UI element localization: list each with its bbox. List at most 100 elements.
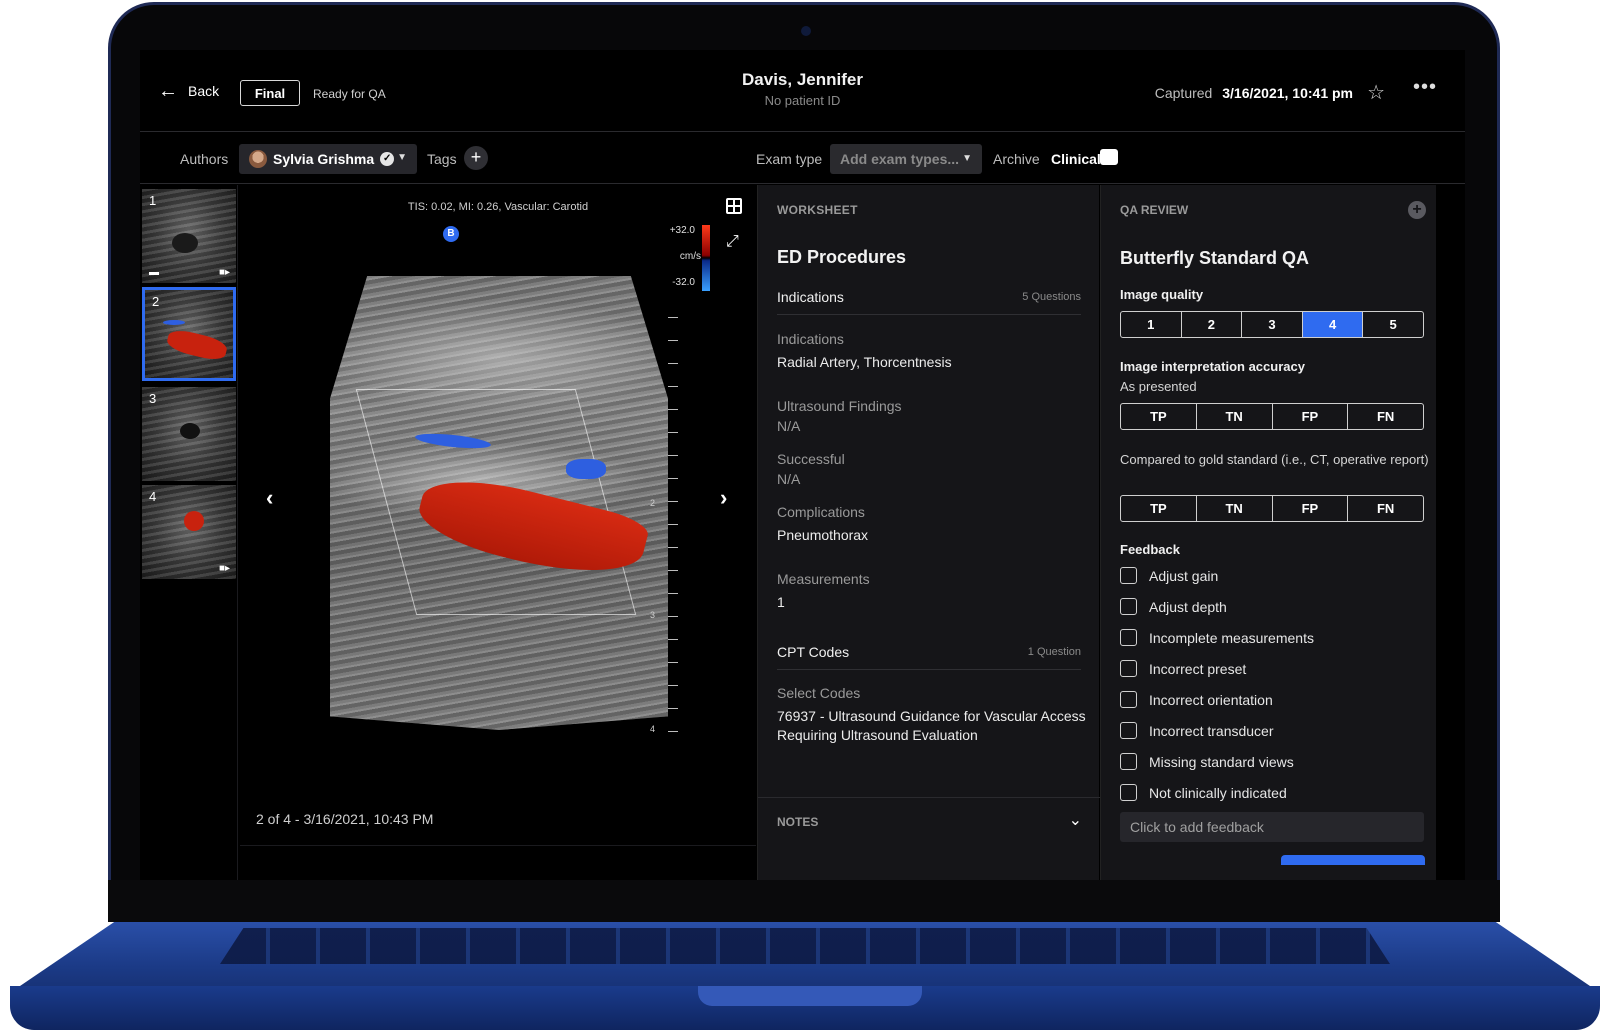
author-name: Sylvia Grishma [273,151,375,167]
checkbox[interactable] [1120,598,1137,615]
checkbox[interactable] [1120,784,1137,801]
field-label: Complications [777,504,865,520]
grid-icon[interactable] [726,198,742,214]
image-position-text: 2 of 4 - 3/16/2021, 10:43 PM [256,811,434,827]
gold-fp[interactable]: FP [1273,496,1349,521]
avatar [249,150,267,168]
thumbnail-2[interactable]: 2 [142,287,236,381]
checkbox[interactable] [1120,753,1137,770]
feedback-option[interactable]: Missing standard views [1120,753,1294,770]
thumbnail-3[interactable]: 3 [142,387,236,481]
feedback-input[interactable]: Click to add feedback [1120,812,1424,842]
accuracy-tp[interactable]: TP [1121,404,1197,429]
quality-option-1[interactable]: 1 [1121,312,1182,337]
gold-tp[interactable]: TP [1121,496,1197,521]
depth-scale [668,295,678,735]
thumbnail-4[interactable]: 4 ■▸ [142,485,236,579]
feedback-option[interactable]: Not clinically indicated [1120,784,1287,801]
section-indications[interactable]: Indications 5 Questions [777,289,1081,315]
feedback-option[interactable]: Incorrect preset [1120,660,1246,677]
comment-icon: ▬ [149,267,159,278]
field-label: Ultrasound Findings [777,398,902,414]
worksheet-title: ED Procedures [777,247,907,267]
qa-title: Butterfly Standard QA [1120,248,1310,268]
thumbnail-number: 4 [149,489,157,504]
submit-button[interactable] [1281,855,1425,865]
depth-label: 2 [650,498,656,508]
scale-top-label: +32.0 [669,225,695,236]
field-value[interactable]: N/A [777,417,1087,436]
archive-label: Archive [993,151,1040,167]
feedback-option-label: Incomplete measurements [1149,629,1314,646]
next-image-button[interactable]: › [720,485,727,511]
exam-type-select[interactable]: Add exam types... ▼ [830,144,982,174]
checkbox[interactable] [1120,691,1137,708]
thumbnail-strip: 1 ▬ ■▸ 2 3 4 ■▸ [140,185,238,880]
laptop-bezel [108,880,1500,922]
notes-label: NOTES [777,815,819,829]
more-icon[interactable]: ••• [1413,76,1437,99]
feedback-option-label: Not clinically indicated [1149,784,1287,801]
exam-type-label: Exam type [756,151,823,167]
add-tag-button[interactable]: + [464,146,488,170]
quality-option-3[interactable]: 3 [1242,312,1303,337]
quality-option-4[interactable]: 4 [1302,312,1364,337]
gold-tn[interactable]: TN [1197,496,1273,521]
depth-label: 4 [650,724,656,734]
add-icon[interactable]: + [1408,201,1426,219]
exam-type-placeholder: Add exam types... [840,151,960,167]
archive-value[interactable]: Clinical [1051,151,1101,167]
expand-icon[interactable]: ⤢ [726,233,739,251]
captured-info: Captured 3/16/2021, 10:41 pm [1155,85,1353,101]
archive-icon[interactable] [1100,149,1118,165]
gold-fn[interactable]: FN [1348,496,1423,521]
image-quality-label: Image quality [1120,287,1204,302]
field-value[interactable]: Pneumothorax [777,526,1087,545]
scale-bottom-label: -32.0 [672,277,695,288]
field-value[interactable]: 1 [777,593,1087,612]
field-value[interactable]: 76937 - Ultrasound Guidance for Vascular… [777,707,1087,745]
checkbox[interactable] [1120,567,1137,584]
accuracy-gold-standard-selector: TP TN FP FN [1120,495,1424,522]
qa-review-panel: QA REVIEW + Butterfly Standard QA Image … [1100,185,1436,880]
thumbnail-number: 2 [152,294,160,309]
feedback-option[interactable]: Incomplete measurements [1120,629,1314,646]
blue-flow-region [566,459,606,479]
star-icon[interactable]: ☆ [1367,80,1385,105]
checkbox[interactable] [1120,722,1137,739]
feedback-option-label: Adjust gain [1149,567,1219,584]
quality-option-2[interactable]: 2 [1182,312,1243,337]
quality-option-5[interactable]: 5 [1363,312,1423,337]
feedback-option[interactable]: Adjust gain [1120,567,1218,584]
qa-heading: QA REVIEW [1120,203,1189,217]
chevron-down-icon: ▼ [962,153,972,164]
feedback-option[interactable]: Incorrect transducer [1120,722,1274,739]
section-label: CPT Codes [777,644,850,660]
thumbnail-number: 3 [149,391,157,406]
checkbox[interactable] [1120,629,1137,646]
author-dropdown[interactable]: Sylvia Grishma ✓ ▼ [239,144,417,174]
accuracy-tn[interactable]: TN [1197,404,1273,429]
captured-label: Captured [1154,85,1213,101]
chevron-down-icon: ▼ [397,152,407,163]
viewer-footer [240,845,756,880]
accuracy-label: Image interpretation accuracy [1120,359,1305,374]
feedback-option[interactable]: Incorrect orientation [1120,691,1273,708]
captured-value: 3/16/2021, 10:41 pm [1222,85,1353,101]
field-value[interactable]: Radial Artery, Thorcentnesis [777,353,1087,372]
notes-section[interactable]: NOTES ⌄ [758,797,1100,845]
verified-icon: ✓ [380,152,395,166]
laptop-notch [698,986,922,1006]
checkbox[interactable] [1120,660,1137,677]
tags-label: Tags [427,151,457,167]
accuracy-fn[interactable]: FN [1348,404,1423,429]
feedback-option-label: Missing standard views [1149,753,1294,770]
section-label: Indications [777,289,844,305]
accuracy-fp[interactable]: FP [1273,404,1349,429]
section-cpt-codes[interactable]: CPT Codes 1 Question [777,644,1081,670]
feedback-option[interactable]: Adjust depth [1120,598,1227,615]
thumbnail-1[interactable]: 1 ▬ ■▸ [142,189,236,283]
image-quality-selector: 1 2 3 4 5 [1120,311,1424,338]
field-value[interactable]: N/A [777,470,1087,489]
previous-image-button[interactable]: ‹ [266,485,273,511]
